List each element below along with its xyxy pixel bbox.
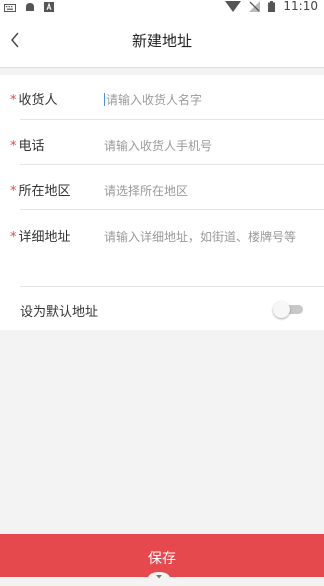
receiver-placeholder: 请输入收货人名字 (106, 93, 203, 107)
required-mark: * (10, 230, 17, 245)
receiver-label-text: 收货人 (18, 93, 58, 108)
save-label: 保存 (148, 551, 176, 567)
receiver-row: * 收货人 请输入收货人名字 (0, 75, 324, 120)
default-address-toggle[interactable] (273, 301, 303, 318)
phone-input[interactable]: 请输入收货人手机号 (104, 137, 212, 154)
phone-placeholder: 请输入收货人手机号 (104, 139, 213, 153)
region-select[interactable]: 请选择所在地区 (104, 182, 188, 199)
nav-bar: 新建地址 (0, 12, 324, 68)
page-title: 新建地址 (131, 32, 192, 50)
detail-textarea[interactable]: 请输入详细地址，如街道、楼牌号等 (104, 228, 296, 245)
save-button[interactable]: 保存 (0, 534, 324, 582)
address-form: * 收货人 请输入收货人名字 * 电话 请输入收货人手机号 * 所在地区 请选择所在地… (0, 75, 324, 330)
region-placeholder: 请选择所在地区 (104, 184, 189, 198)
phone-row: * 电话 请输入收货人手机号 (0, 120, 324, 165)
region-label-text: 所在地区 (18, 184, 71, 199)
text-caret (104, 93, 105, 106)
toggle-knob (273, 301, 290, 318)
detail-label-text: 详细地址 (18, 230, 71, 245)
required-mark: * (10, 139, 17, 154)
default-address-row: 设为默认地址 (0, 287, 324, 330)
region-label: * 所在地区 (10, 180, 71, 199)
status-time: 11:10 (283, 0, 318, 13)
region-row[interactable]: * 所在地区 请选择所在地区 (0, 165, 324, 210)
keyboard-toggle-handle[interactable] (144, 567, 174, 582)
required-mark: * (10, 93, 17, 108)
phone-label-text: 电话 (18, 139, 45, 154)
status-icons-right: 11:10 (225, 0, 318, 12)
phone-label: * 电话 (10, 135, 45, 154)
receiver-label: * 收货人 (10, 89, 58, 108)
detail-row: * 详细地址 请输入详细地址，如街道、楼牌号等 (0, 210, 324, 286)
receiver-input[interactable]: 请输入收货人名字 (104, 91, 202, 108)
status-icons-left (4, 0, 54, 12)
required-mark: * (10, 184, 17, 199)
status-bar: 11:10 (0, 0, 324, 12)
default-address-label: 设为默认地址 (20, 305, 99, 320)
detail-placeholder: 请输入详细地址，如街道、楼牌号等 (104, 230, 297, 244)
detail-label: * 详细地址 (10, 226, 71, 245)
